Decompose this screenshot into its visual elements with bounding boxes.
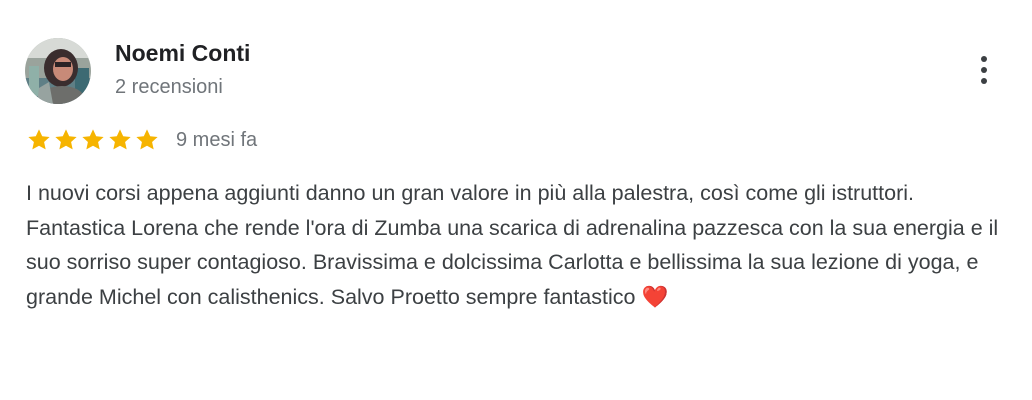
author-name[interactable]: Noemi Conti xyxy=(115,40,250,67)
star-icon xyxy=(80,127,106,153)
star-rating xyxy=(26,127,160,153)
more-options-button[interactable] xyxy=(968,50,1000,90)
avatar-photo xyxy=(25,38,91,104)
more-vert-icon xyxy=(981,67,987,73)
star-icon xyxy=(53,127,79,153)
review-body: I nuovi corsi appena aggiunti danno un g… xyxy=(26,181,999,309)
review-count[interactable]: 2 recensioni xyxy=(115,76,223,99)
rating-row: 9 mesi fa xyxy=(26,126,257,154)
more-vert-icon xyxy=(981,78,987,84)
star-icon xyxy=(134,127,160,153)
review-text: I nuovi corsi appena aggiunti danno un g… xyxy=(26,176,1006,314)
review-card: Noemi Conti 2 recensioni 9 mesi fa I nuo… xyxy=(0,0,1032,400)
heart-emoji: ❤️ xyxy=(641,284,669,309)
more-vert-icon xyxy=(981,56,987,62)
avatar[interactable] xyxy=(25,38,91,104)
star-icon xyxy=(26,127,52,153)
review-date: 9 mesi fa xyxy=(176,128,258,151)
star-icon xyxy=(107,127,133,153)
